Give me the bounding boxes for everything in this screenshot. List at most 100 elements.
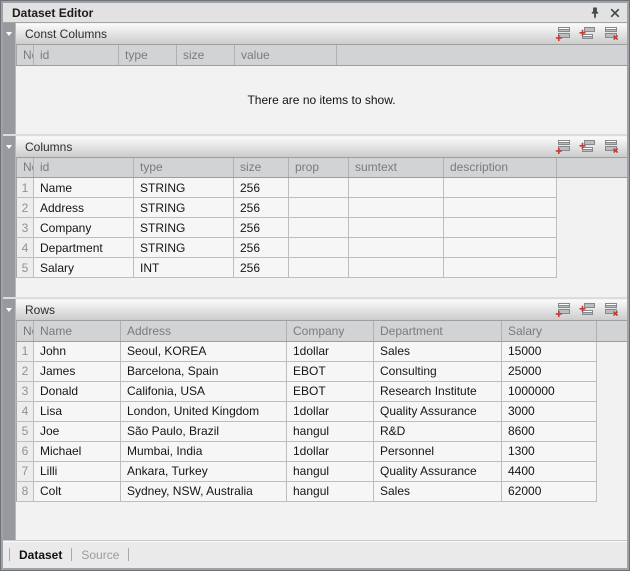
delete-row-button[interactable] [601, 302, 622, 319]
row-number-cell[interactable]: 2 [17, 361, 34, 381]
table-cell[interactable]: R&D [374, 421, 502, 441]
insert-row-button[interactable] [577, 302, 598, 319]
table-cell[interactable]: 62000 [502, 481, 597, 501]
table-cell[interactable]: Sydney, NSW, Australia [121, 481, 287, 501]
table-cell[interactable]: John [34, 341, 121, 361]
table-cell[interactable]: 3000 [502, 401, 597, 421]
table-cell[interactable]: Name [34, 178, 134, 198]
table-cell[interactable]: STRING [134, 178, 234, 198]
row-number-cell[interactable]: 8 [17, 481, 34, 501]
table-cell[interactable]: Consulting [374, 361, 502, 381]
column-header[interactable]: type [134, 158, 234, 178]
table-cell[interactable]: James [34, 361, 121, 381]
table-cell[interactable] [444, 178, 557, 198]
table-cell[interactable]: 256 [234, 258, 289, 278]
table-cell[interactable]: 256 [234, 238, 289, 258]
table-cell[interactable]: hangul [287, 481, 374, 501]
column-header[interactable]: id [34, 158, 134, 178]
column-header[interactable]: No [17, 321, 34, 341]
row-number-cell[interactable]: 4 [17, 238, 34, 258]
column-header[interactable]: Name [34, 321, 121, 341]
table-cell[interactable] [349, 238, 444, 258]
table-cell[interactable]: 256 [234, 198, 289, 218]
pin-button[interactable] [585, 5, 604, 21]
table-cell[interactable]: Califonia, USA [121, 381, 287, 401]
tab-dataset[interactable]: Dataset [19, 548, 62, 562]
table-cell[interactable] [289, 258, 349, 278]
table-cell[interactable]: 256 [234, 218, 289, 238]
row-number-cell[interactable]: 1 [17, 341, 34, 361]
table-cell[interactable]: São Paulo, Brazil [121, 421, 287, 441]
insert-row-button[interactable] [577, 26, 598, 43]
collapse-button-const-columns[interactable] [3, 23, 16, 134]
table-cell[interactable]: 15000 [502, 341, 597, 361]
table-cell[interactable]: Joe [34, 421, 121, 441]
tab-source[interactable]: Source [81, 548, 119, 562]
table-cell[interactable]: Donald [34, 381, 121, 401]
table-cell[interactable]: 1300 [502, 441, 597, 461]
table-cell[interactable]: 1dollar [287, 341, 374, 361]
row-number-cell[interactable]: 1 [17, 178, 34, 198]
table-cell[interactable]: Salary [34, 258, 134, 278]
table-cell[interactable]: Personnel [374, 441, 502, 461]
column-header[interactable]: Salary [502, 321, 597, 341]
table-cell[interactable] [289, 218, 349, 238]
row-number-cell[interactable]: 5 [17, 258, 34, 278]
column-header[interactable]: id [34, 45, 119, 65]
table-cell[interactable] [289, 198, 349, 218]
table-cell[interactable]: STRING [134, 198, 234, 218]
row-number-cell[interactable]: 6 [17, 441, 34, 461]
column-header[interactable]: prop [289, 158, 349, 178]
close-button[interactable] [605, 5, 624, 21]
table-cell[interactable]: 8600 [502, 421, 597, 441]
column-header[interactable]: description [444, 158, 557, 178]
table-cell[interactable] [349, 218, 444, 238]
row-number-cell[interactable]: 4 [17, 401, 34, 421]
column-header[interactable]: type [119, 45, 177, 65]
table-cell[interactable]: 1dollar [287, 401, 374, 421]
table-cell[interactable]: London, United Kingdom [121, 401, 287, 421]
table-cell[interactable]: Company [34, 218, 134, 238]
table-cell[interactable]: INT [134, 258, 234, 278]
table-cell[interactable]: Quality Assurance [374, 401, 502, 421]
collapse-button-rows[interactable] [3, 299, 16, 540]
table-cell[interactable]: Address [34, 198, 134, 218]
table-cell[interactable]: Mumbai, India [121, 441, 287, 461]
column-header[interactable]: size [234, 158, 289, 178]
table-cell[interactable] [444, 258, 557, 278]
table-cell[interactable]: Sales [374, 481, 502, 501]
column-header[interactable]: size [177, 45, 235, 65]
table-cell[interactable]: 4400 [502, 461, 597, 481]
table-cell[interactable]: 1000000 [502, 381, 597, 401]
table-cell[interactable] [349, 258, 444, 278]
table-cell[interactable]: Lilli [34, 461, 121, 481]
row-number-cell[interactable]: 7 [17, 461, 34, 481]
table-cell[interactable]: EBOT [287, 381, 374, 401]
table-cell[interactable]: Ankara, Turkey [121, 461, 287, 481]
row-number-cell[interactable]: 2 [17, 198, 34, 218]
table-cell[interactable]: hangul [287, 461, 374, 481]
table-cell[interactable]: Research Institute [374, 381, 502, 401]
table-cell[interactable]: 1dollar [287, 441, 374, 461]
column-header[interactable]: No [17, 45, 34, 65]
column-header[interactable]: value [235, 45, 337, 65]
table-cell[interactable]: Colt [34, 481, 121, 501]
table-cell[interactable] [444, 218, 557, 238]
column-header[interactable]: Address [121, 321, 287, 341]
collapse-button-columns[interactable] [3, 136, 16, 298]
insert-row-button[interactable] [577, 138, 598, 155]
table-cell[interactable]: Seoul, KOREA [121, 341, 287, 361]
table-cell[interactable]: Sales [374, 341, 502, 361]
table-cell[interactable]: Michael [34, 441, 121, 461]
table-cell[interactable]: 256 [234, 178, 289, 198]
table-cell[interactable]: STRING [134, 238, 234, 258]
table-cell[interactable] [289, 178, 349, 198]
table-cell[interactable]: 25000 [502, 361, 597, 381]
table-cell[interactable]: hangul [287, 421, 374, 441]
table-cell[interactable]: Department [34, 238, 134, 258]
table-cell[interactable]: STRING [134, 218, 234, 238]
add-row-button[interactable] [553, 302, 574, 319]
table-cell[interactable]: Lisa [34, 401, 121, 421]
table-cell[interactable]: Quality Assurance [374, 461, 502, 481]
row-number-cell[interactable]: 5 [17, 421, 34, 441]
